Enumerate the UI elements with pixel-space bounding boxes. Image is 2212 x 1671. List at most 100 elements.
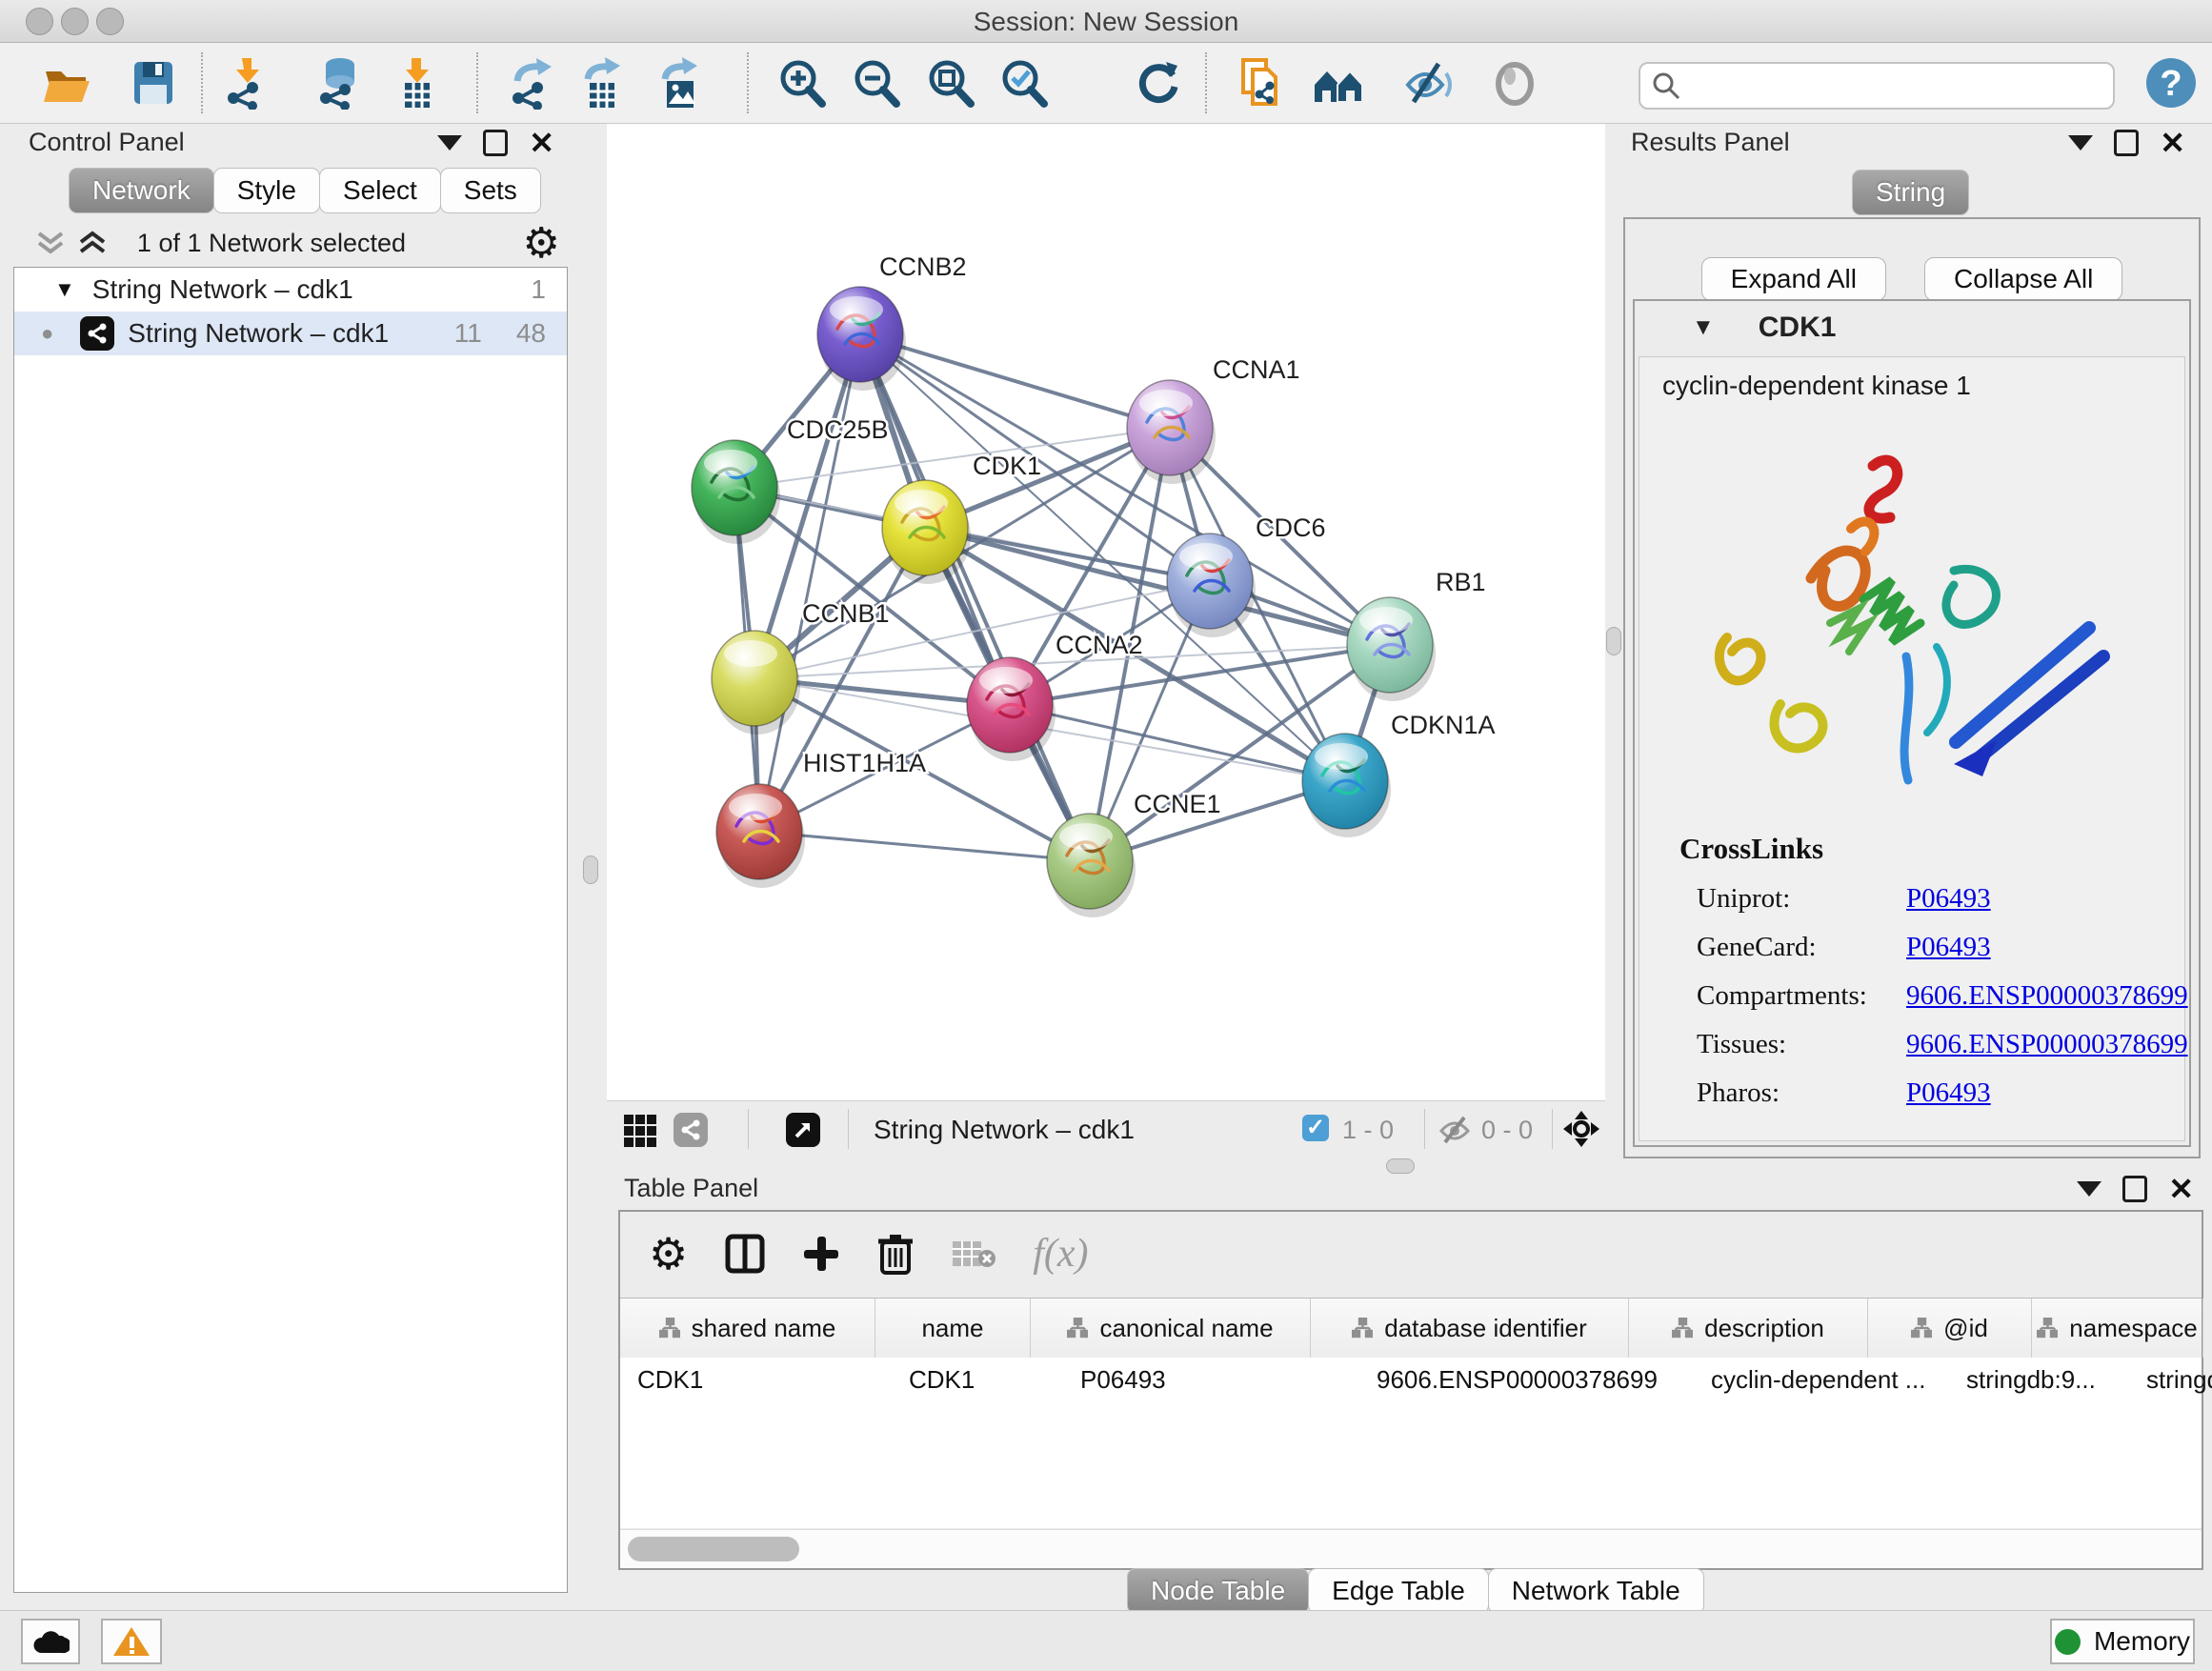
collection-count: 1 bbox=[531, 274, 546, 305]
network-node-HIST1H1A[interactable]: HIST1H1A bbox=[716, 749, 926, 888]
panel-menu-icon[interactable] bbox=[2077, 1181, 2101, 1197]
splitter-handle-left[interactable] bbox=[583, 856, 598, 884]
tab-select[interactable]: Select bbox=[319, 168, 441, 213]
warnings-button[interactable] bbox=[101, 1619, 162, 1664]
tab-network[interactable]: Network bbox=[69, 168, 214, 213]
pan-crosshair-icon[interactable] bbox=[1563, 1111, 1599, 1147]
column-header-canonical-name[interactable]: canonical name bbox=[1031, 1299, 1311, 1358]
network-view-title: String Network – cdk1 bbox=[874, 1115, 1135, 1145]
crosslink-link[interactable]: P06493 bbox=[1906, 1077, 1991, 1109]
detach-view-icon[interactable] bbox=[786, 1113, 820, 1147]
network-node-CDC6[interactable]: CDC6 bbox=[1167, 513, 1326, 637]
crosslink-link[interactable]: P06493 bbox=[1906, 883, 1991, 915]
panel-float-icon[interactable] bbox=[2122, 1176, 2147, 1202]
create-column-icon[interactable] bbox=[802, 1235, 840, 1273]
import-table-icon[interactable] bbox=[390, 56, 443, 110]
export-image-icon[interactable] bbox=[654, 56, 707, 110]
network-node-CCNB1[interactable]: CCNB1 bbox=[712, 599, 890, 735]
column-header-namespace[interactable]: namespace bbox=[2032, 1299, 2203, 1358]
export-table-icon[interactable] bbox=[576, 56, 630, 110]
zoom-in-icon[interactable] bbox=[776, 56, 830, 110]
network-row-selected[interactable]: ● String Network – cdk1 11 48 bbox=[14, 312, 567, 355]
zoom-fit-icon[interactable] bbox=[925, 56, 978, 110]
hide-panel-eye-icon[interactable] bbox=[1402, 56, 1456, 110]
save-session-icon[interactable] bbox=[127, 56, 180, 110]
network-node-RB1[interactable]: RB1 bbox=[1347, 568, 1486, 701]
delete-column-trash-icon[interactable] bbox=[876, 1233, 915, 1275]
cloud-button[interactable] bbox=[21, 1619, 80, 1664]
expand-all-button[interactable]: Expand All bbox=[1701, 257, 1886, 301]
table-horizontal-scrollbar[interactable] bbox=[620, 1529, 2202, 1568]
network-node-CCNE1[interactable]: CCNE1 bbox=[1047, 790, 1221, 917]
crosslink-link[interactable]: 9606.ENSP00000378699 bbox=[1906, 980, 2188, 1012]
network-overview-icon[interactable] bbox=[674, 1113, 708, 1147]
show-panel-eye-icon[interactable] bbox=[1488, 56, 1541, 110]
result-entry-header[interactable]: ▼ CDK1 bbox=[1635, 301, 2189, 354]
help-icon[interactable]: ? bbox=[2144, 56, 2198, 110]
import-network-icon[interactable] bbox=[221, 56, 274, 110]
table-cell[interactable]: cyclin-dependent ... bbox=[1694, 1358, 1949, 1401]
show-columns-icon[interactable] bbox=[724, 1233, 766, 1275]
network-edge-CDC6-CCNB1[interactable] bbox=[754, 581, 1210, 678]
panel-float-icon[interactable] bbox=[2114, 130, 2139, 156]
zoom-selected-icon[interactable] bbox=[998, 56, 1052, 110]
import-database-icon[interactable] bbox=[312, 56, 365, 110]
collapse-all-button[interactable]: Collapse All bbox=[1924, 257, 2122, 301]
crosslink-link[interactable]: 9606.ENSP00000378699 bbox=[1906, 1029, 2188, 1060]
table-cell[interactable]: 9606.ENSP00000378699 bbox=[1359, 1358, 1694, 1401]
tab-node-table[interactable]: Node Table bbox=[1127, 1568, 1309, 1614]
zoom-out-icon[interactable] bbox=[851, 56, 904, 110]
collection-expand-icon[interactable]: ▼ bbox=[54, 277, 75, 302]
table-row[interactable]: CDK1CDK1P064939606.ENSP00000378699cyclin… bbox=[620, 1358, 2202, 1401]
node-label-CCNB1: CCNB1 bbox=[802, 599, 890, 628]
column-header-name[interactable]: name bbox=[875, 1299, 1031, 1358]
scrollbar-thumb[interactable] bbox=[628, 1537, 799, 1561]
network-from-document-icon[interactable] bbox=[1236, 56, 1289, 110]
panel-close-icon[interactable]: ✕ bbox=[529, 131, 554, 155]
panel-close-icon[interactable]: ✕ bbox=[2168, 1177, 2194, 1201]
tab-edge-table[interactable]: Edge Table bbox=[1308, 1568, 1489, 1614]
network-edge-CCNB2-CCNA1[interactable] bbox=[860, 334, 1170, 428]
selected-checkbox-icon[interactable]: ✓ bbox=[1302, 1115, 1329, 1141]
column-header-shared-name[interactable]: shared name bbox=[620, 1299, 875, 1358]
panel-menu-icon[interactable] bbox=[2068, 135, 2093, 151]
panel-menu-icon[interactable] bbox=[437, 135, 462, 151]
birds-eye-view-icon[interactable] bbox=[624, 1115, 656, 1147]
column-header-database-identifier[interactable]: database identifier bbox=[1311, 1299, 1629, 1358]
network-collection-row[interactable]: ▼ String Network – cdk1 1 bbox=[14, 268, 567, 312]
network-options-gear-icon[interactable]: ⚙ bbox=[523, 219, 560, 268]
home-icon[interactable] bbox=[1312, 56, 1365, 110]
table-options-gear-icon[interactable]: ⚙ bbox=[649, 1228, 688, 1279]
panel-close-icon[interactable]: ✕ bbox=[2160, 131, 2185, 155]
export-network-icon[interactable] bbox=[506, 56, 559, 110]
refresh-icon[interactable] bbox=[1132, 56, 1185, 110]
tab-string[interactable]: String bbox=[1852, 170, 1969, 215]
network-node-CCNB2[interactable]: CCNB2 bbox=[817, 252, 967, 391]
tab-network-table[interactable]: Network Table bbox=[1488, 1568, 1704, 1614]
open-session-icon[interactable] bbox=[40, 56, 93, 110]
network-edge-CCNA2-CDKN1A[interactable] bbox=[1010, 705, 1345, 781]
search-input[interactable] bbox=[1690, 67, 2103, 103]
delete-table-icon-disabled bbox=[951, 1236, 996, 1272]
panel-float-icon[interactable] bbox=[483, 130, 508, 156]
network-node-CCNA1[interactable]: CCNA1 bbox=[1127, 355, 1300, 484]
network-node-CDKN1A[interactable]: CDKN1A bbox=[1302, 711, 1496, 837]
protein-structure-image bbox=[1668, 426, 2163, 826]
table-cell[interactable]: stringdb bbox=[2129, 1358, 2212, 1401]
table-cell[interactable]: CDK1 bbox=[620, 1358, 892, 1401]
column-header-description[interactable]: description bbox=[1629, 1299, 1868, 1358]
hidden-eye-slash-icon[interactable] bbox=[1438, 1115, 1474, 1145]
collapse-entry-icon[interactable]: ▼ bbox=[1692, 314, 1715, 341]
table-cell[interactable]: CDK1 bbox=[892, 1358, 1063, 1401]
memory-button[interactable]: Memory bbox=[2050, 1619, 2195, 1664]
tab-style[interactable]: Style bbox=[213, 168, 320, 213]
table-cell[interactable]: P06493 bbox=[1063, 1358, 1359, 1401]
tab-sets[interactable]: Sets bbox=[440, 168, 541, 213]
network-edge-CCNB2-CCNE1[interactable] bbox=[860, 334, 1090, 861]
crosslink-link[interactable]: P06493 bbox=[1906, 932, 1991, 963]
splitter-handle-bottom[interactable] bbox=[1386, 1158, 1415, 1174]
table-cell[interactable]: stringdb:9... bbox=[1949, 1358, 2129, 1401]
network-tree: ▼ String Network – cdk1 1 ● String Netwo… bbox=[13, 267, 568, 1593]
column-header-id[interactable]: @id bbox=[1868, 1299, 2032, 1358]
network-view-canvas[interactable]: CCNB2CCNA1CDC25BCDK1CDC6RB1CCNB1CCNA2CDK… bbox=[607, 124, 1605, 1100]
